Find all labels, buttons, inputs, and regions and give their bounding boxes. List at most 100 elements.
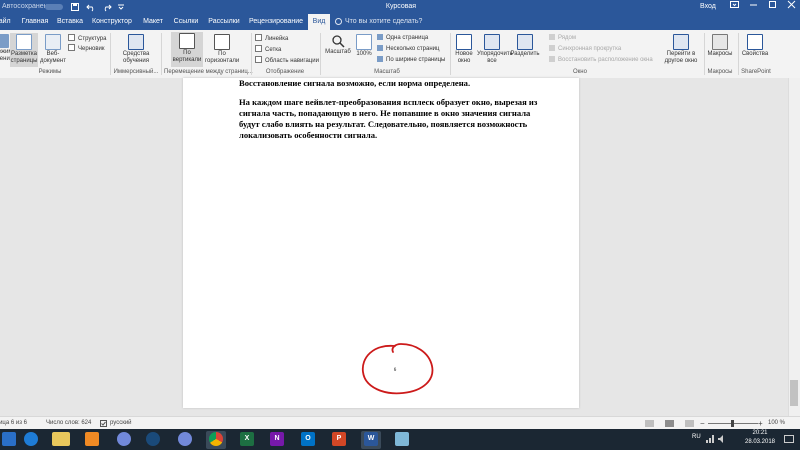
read-mode-button[interactable]: Режим чтения	[0, 33, 10, 63]
arrange-all-button[interactable]: Упорядочить все	[477, 33, 513, 65]
print-layout-button[interactable]: Разметка страницы	[10, 33, 38, 67]
outline-button[interactable]: Структура	[68, 34, 106, 43]
web-layout-button[interactable]: Веб-документ	[40, 33, 66, 65]
lightbulb-icon	[335, 17, 342, 25]
tab-home[interactable]: Главная	[20, 14, 50, 30]
undo-icon[interactable]	[86, 2, 96, 12]
one-page-button[interactable]: Одна страница	[377, 34, 428, 42]
properties-button[interactable]: Свойства	[740, 33, 770, 58]
new-window-icon	[456, 34, 472, 50]
vertical-scrollbar[interactable]	[788, 78, 800, 416]
minimize-icon[interactable]	[746, 0, 760, 14]
side-pages-icon	[214, 34, 230, 50]
split-button[interactable]: Разделить	[510, 33, 540, 58]
discord-icon[interactable]	[178, 432, 192, 446]
learning-tools-button[interactable]: Средства обучения	[118, 33, 154, 65]
document-line: сигнала часть, попадающую в него. Не поп…	[239, 108, 531, 118]
document-line: будут слабо влиять на результат. Следова…	[239, 119, 528, 129]
tab-insert[interactable]: Вставка	[55, 14, 85, 30]
zoom-100-button[interactable]: 100%	[354, 33, 374, 58]
page-width-label: По ширине страницы	[386, 57, 446, 63]
proofing-icon[interactable]	[100, 420, 107, 427]
sync-scroll-button[interactable]: Синхронная прокрутка	[549, 45, 621, 53]
learning-tools-label: Средства обучения	[122, 51, 150, 64]
app-icon[interactable]	[395, 432, 409, 446]
nav-pane-checkbox[interactable]: Область навигации	[255, 56, 319, 65]
ribbon: Режим чтения Разметка страницы Веб-докум…	[0, 30, 800, 79]
side-by-side-button[interactable]: Рядом	[549, 34, 576, 42]
nav-pane-label: Область навигации	[265, 58, 319, 64]
print-layout-view-icon[interactable]	[665, 420, 674, 427]
web-page-icon	[45, 34, 61, 50]
new-window-button[interactable]: Новое окно	[452, 33, 476, 65]
ruler-checkbox[interactable]: Линейка	[255, 34, 288, 43]
chrome-icon[interactable]	[209, 432, 223, 446]
vertical-button[interactable]: По вертикали	[171, 32, 203, 67]
gridlines-label: Сетка	[265, 47, 282, 53]
file-explorer-icon[interactable]	[52, 432, 70, 446]
language-switch[interactable]: RU	[692, 434, 701, 440]
close-icon[interactable]	[784, 0, 798, 14]
gridlines-checkbox[interactable]: Сетка	[255, 45, 281, 54]
outline-label: Структура	[78, 36, 107, 42]
arrange-all-icon	[484, 34, 500, 50]
volume-icon[interactable]	[718, 435, 726, 443]
page-movement-group-label: Перемещение между страниц...	[164, 69, 253, 75]
draft-button[interactable]: Черновик	[68, 44, 105, 53]
notifications-icon[interactable]	[784, 434, 794, 444]
discord-icon[interactable]	[117, 432, 131, 446]
redo-icon[interactable]	[102, 2, 112, 12]
autosave-toggle[interactable]	[45, 4, 63, 10]
macros-button[interactable]: Макросы	[706, 33, 734, 58]
document-line: локализовать особенности сигнала.	[239, 130, 378, 140]
new-window-label: Новое окно	[455, 51, 473, 64]
clock-date[interactable]: 28.03.2018	[740, 439, 780, 445]
reset-position-button[interactable]: Восстановить расположение окна	[549, 56, 653, 64]
side-by-side-label: Рядом	[558, 35, 577, 41]
edge-icon[interactable]	[24, 432, 38, 446]
side-to-side-button[interactable]: По горизонтали	[205, 33, 239, 65]
tell-me-search[interactable]: Что вы хотите сделать?	[335, 14, 422, 30]
page-width-button[interactable]: По ширине страницы	[377, 56, 445, 64]
switch-windows-button[interactable]: Перейти в другое окно	[660, 33, 702, 65]
group-separator	[320, 33, 321, 75]
tab-view[interactable]: Вид	[308, 14, 330, 30]
checkbox-icon	[255, 34, 262, 41]
ribbon-display-options-icon[interactable]	[727, 0, 741, 14]
vertical-pages-icon	[179, 33, 195, 49]
tab-references[interactable]: Ссылки	[171, 14, 201, 30]
tab-design[interactable]: Конструктор	[91, 14, 133, 30]
customize-icon[interactable]	[117, 3, 125, 11]
tab-mailings[interactable]: Рассылки	[206, 14, 242, 30]
excel-letter: X	[244, 435, 250, 442]
title-bar: Автосохранение Курсовая Вход	[0, 0, 800, 14]
zoom-slider-thumb[interactable]	[731, 420, 734, 427]
clock-time[interactable]: 20:21	[740, 430, 780, 436]
maximize-icon[interactable]	[765, 0, 779, 14]
switch-windows-icon	[673, 34, 689, 50]
zoom-button[interactable]: Масштаб	[324, 33, 352, 56]
side-by-side-icon	[549, 34, 555, 40]
book-icon	[0, 34, 9, 48]
arrange-all-label: Упорядочить все	[477, 51, 513, 64]
tab-layout[interactable]: Макет	[140, 14, 166, 30]
outlook-letter: O	[305, 435, 311, 442]
save-icon[interactable]	[71, 3, 79, 11]
zoom-100-label: 100%	[356, 51, 372, 57]
media-player-icon[interactable]	[85, 432, 99, 446]
one-page-icon	[377, 34, 383, 40]
read-mode-view-icon[interactable]	[645, 420, 654, 427]
tab-file[interactable]: Файл	[0, 14, 12, 30]
web-layout-view-icon[interactable]	[685, 420, 694, 427]
tab-review[interactable]: Рецензирование	[249, 14, 303, 30]
macros-icon	[712, 34, 728, 50]
document-page[interactable]: Восстановление сигнала возможно, если но…	[183, 78, 579, 408]
word-letter: W	[367, 435, 375, 442]
multiple-pages-button[interactable]: Несколько страниц	[377, 45, 439, 53]
scrollbar-thumb[interactable]	[790, 380, 798, 406]
steam-icon[interactable]	[146, 432, 160, 446]
start-icon[interactable]	[2, 432, 16, 446]
sharepoint-group-label: SharePoint	[741, 69, 771, 75]
network-icon[interactable]	[706, 435, 714, 443]
sign-in-link[interactable]: Вход	[700, 0, 716, 14]
